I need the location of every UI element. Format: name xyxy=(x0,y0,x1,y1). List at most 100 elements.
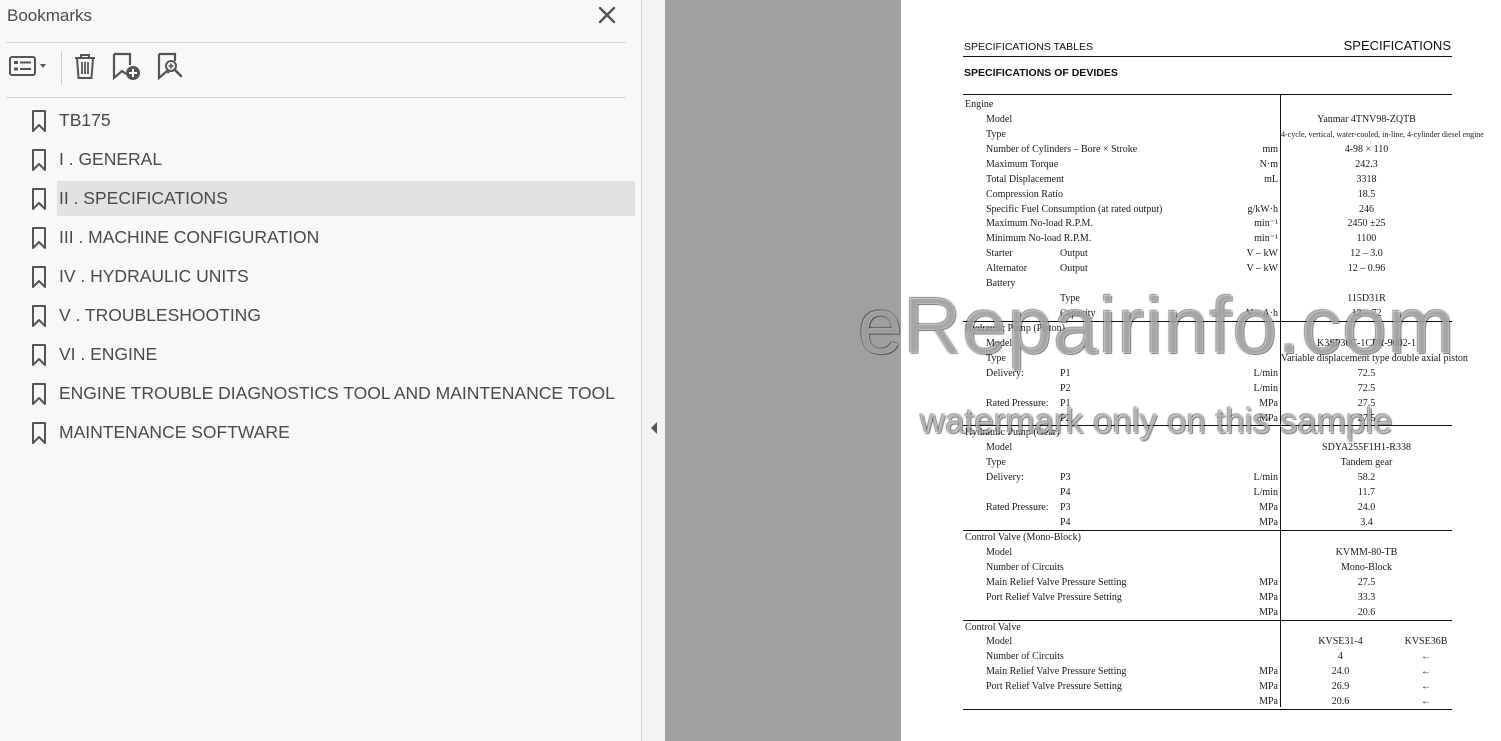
spec-value: 12 – 72 xyxy=(1351,308,1382,320)
bookmark-icon xyxy=(27,421,51,445)
list-options-icon xyxy=(7,54,49,83)
new-bookmark-button[interactable] xyxy=(111,51,143,85)
spec-value: Yanmar 4TNV98-ZQTB xyxy=(1317,113,1416,125)
bookmark-item[interactable]: IV . HYDRAULIC UNITS xyxy=(24,259,635,294)
spec-value: 242.3 xyxy=(1355,158,1378,170)
spec-value: 72.5 xyxy=(1357,382,1376,394)
spec-unit: MPa xyxy=(1259,397,1278,409)
collapse-left-arrow-icon[interactable] xyxy=(649,421,659,435)
spec-value: 12 – 3.0 xyxy=(1350,248,1383,260)
bookmark-item[interactable]: I . GENERAL xyxy=(24,142,635,177)
table-row: Port Relief Valve Pressure Setting MPa 26.… xyxy=(963,679,1452,693)
spec-value: Mono-Block xyxy=(1340,561,1393,573)
table-rule xyxy=(963,94,1452,95)
spec-label: Maximum Torque xyxy=(986,158,1059,170)
document-background xyxy=(665,0,901,741)
spec-value-alt: ← xyxy=(1421,651,1431,663)
search-bookmark-icon xyxy=(156,51,186,86)
spec-label: Type xyxy=(986,128,1006,140)
spec-label: Rated Pressure: xyxy=(986,397,1049,409)
table-row: MPa 20.6 ← xyxy=(963,694,1452,708)
bookmark-item[interactable]: MAINTENANCE SOFTWARE xyxy=(24,415,635,450)
spec-label: Alternator xyxy=(986,263,1028,275)
spec-label: Battery xyxy=(986,278,1016,290)
divider xyxy=(6,97,626,98)
spec-label: Number of Circuits xyxy=(986,651,1064,663)
spec-unit: N·m xyxy=(1259,158,1278,170)
bookmark-item[interactable]: TB175 xyxy=(24,103,635,138)
table-row: Type Variable displacement type double ax… xyxy=(963,351,1468,365)
close-icon[interactable] xyxy=(597,4,617,26)
table-row: MPa 20.6 xyxy=(963,605,1452,619)
spec-value: 4 xyxy=(1338,651,1343,663)
spec-unit: mm xyxy=(1262,143,1278,155)
add-bookmark-icon xyxy=(111,51,143,86)
spec-label: Model xyxy=(986,636,1013,648)
specifications-table: Engine Model Yanmar 4TNV98-ZQTB Type 4-cycle… xyxy=(963,94,1484,711)
section-heading: Engine xyxy=(965,99,994,110)
bookmark-label: II . SPECIFICATIONS xyxy=(57,181,635,216)
spec-label: Total Displacement xyxy=(986,173,1064,185)
bookmark-label: VI . ENGINE xyxy=(59,344,158,364)
spec-value: 20.6 xyxy=(1357,606,1376,618)
page-subtitle: SPECIFICATIONS OF DEVIDES xyxy=(964,67,1118,79)
spec-label: Type xyxy=(986,457,1006,469)
spec-value: 4-98 × 110 xyxy=(1344,143,1389,155)
table-row: Hydraulic Pump (Gear) xyxy=(963,425,1452,439)
bookmark-label: V . TROUBLESHOOTING xyxy=(59,305,261,325)
spec-label: Port Relief Valve Pressure Setting xyxy=(986,591,1122,603)
trash-icon xyxy=(72,52,98,85)
bookmark-item[interactable]: V . TROUBLESHOOTING xyxy=(24,298,635,333)
bookmark-item[interactable]: VI . ENGINE xyxy=(24,337,635,372)
panel-splitter[interactable] xyxy=(642,0,665,741)
table-row: Rated Pressure: P1 MPa 27.5 xyxy=(963,396,1452,410)
section-heading: Hydraulic Pump (Gear) xyxy=(965,427,1060,439)
spec-value: 2450 ±25 xyxy=(1347,218,1386,230)
bookmark-item[interactable]: III . MACHINE CONFIGURATION xyxy=(24,220,635,255)
spec-value: Tandem gear xyxy=(1340,457,1393,469)
spec-unit: V – kW xyxy=(1246,248,1278,260)
table-row: Model KVMM-80-TB xyxy=(963,545,1452,559)
table-row: Model SDYA255F1H1-R338 xyxy=(963,440,1452,454)
spec-label: Main Relief Valve Pressure Setting xyxy=(986,576,1127,588)
spec-unit: min⁻¹ xyxy=(1254,218,1278,230)
table-row: P2 MPa 27.5 xyxy=(963,411,1452,425)
spec-value: 1100 xyxy=(1356,233,1377,245)
table-row: Control Valve xyxy=(963,620,1452,634)
find-bookmark-button[interactable] xyxy=(155,51,187,85)
spec-sublabel: Output xyxy=(1060,248,1088,260)
spec-value-alt: ← xyxy=(1421,696,1431,708)
table-row: Total Displacement mL 3318 xyxy=(963,172,1452,186)
spec-sublabel: Capacity xyxy=(1060,308,1096,320)
spec-value: 11.7 xyxy=(1357,487,1376,499)
spec-label: Number of Cylinders – Bore × Stroke xyxy=(986,143,1138,155)
spec-sublabel: P2 xyxy=(1060,382,1071,394)
spec-value: 72.5 xyxy=(1357,367,1376,379)
bookmark-label: MAINTENANCE SOFTWARE xyxy=(59,422,290,442)
spec-unit: MPa xyxy=(1259,502,1278,514)
spec-label: Delivery: xyxy=(986,367,1024,379)
table-row: Type Tandem gear xyxy=(963,455,1452,469)
spec-unit: MPa xyxy=(1259,696,1278,708)
table-row: Number of Circuits 4 ← xyxy=(963,649,1452,663)
divider xyxy=(6,42,626,43)
spec-unit: g/kW·h xyxy=(1247,203,1278,215)
table-row: Specific Fuel Consumption (at rated outp… xyxy=(963,202,1452,216)
spec-label: Model xyxy=(986,337,1013,349)
bookmark-icon xyxy=(27,226,51,250)
options-menu-button[interactable] xyxy=(6,51,50,85)
spec-unit: L/min xyxy=(1253,367,1278,379)
table-row: Delivery: P1 L/min 72.5 xyxy=(963,366,1452,380)
spec-unit: MPa xyxy=(1259,591,1278,603)
bookmark-icon xyxy=(27,304,51,328)
bookmark-item[interactable]: II . SPECIFICATIONS xyxy=(24,181,635,216)
table-row: Starter Output V – kW 12 – 3.0 xyxy=(963,246,1452,260)
table-row: Main Relief Valve Pressure Setting MPa 24.… xyxy=(963,664,1452,678)
delete-bookmark-button[interactable] xyxy=(70,51,100,85)
spec-label: Main Relief Valve Pressure Setting xyxy=(986,666,1127,678)
spec-value: 3318 xyxy=(1356,173,1377,185)
bookmark-icon xyxy=(27,382,51,406)
bookmark-item[interactable]: ENGINE TROUBLE DIAGNOSTICS TOOL AND MAIN… xyxy=(24,376,635,411)
spec-label: Port Relief Valve Pressure Setting xyxy=(986,681,1122,693)
spec-sublabel: P4 xyxy=(1060,487,1071,499)
